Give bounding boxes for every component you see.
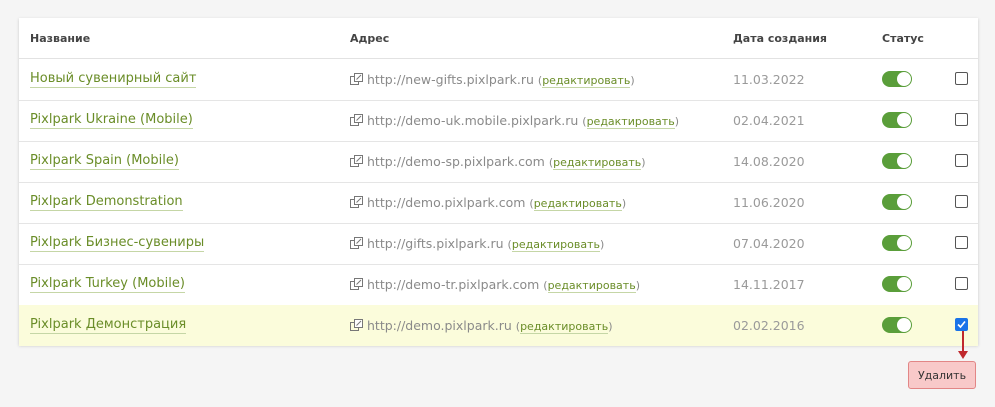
site-name-link[interactable]: Pixlpark Демонстрация xyxy=(30,317,187,334)
status-toggle[interactable] xyxy=(882,317,912,333)
toggle-knob xyxy=(897,113,911,127)
edit-link[interactable]: редактировать xyxy=(547,279,636,293)
sites-table: Название Адрес Дата создания Статус Новы… xyxy=(19,18,978,346)
delete-button[interactable]: Удалить xyxy=(908,361,976,389)
created-date: 02.04.2021 xyxy=(733,113,805,128)
delete-button-label: Удалить xyxy=(917,368,967,382)
external-link-icon[interactable] xyxy=(350,237,363,249)
header-created: Дата создания xyxy=(733,32,827,45)
created-date: 14.08.2020 xyxy=(733,154,805,169)
site-url: http://new-gifts.pixlpark.ru xyxy=(367,72,534,87)
toggle-knob xyxy=(897,277,911,291)
status-toggle[interactable] xyxy=(882,153,912,169)
status-toggle[interactable] xyxy=(882,276,912,292)
site-address: http://demo.pixlpark.com (редактировать) xyxy=(350,195,626,211)
table-row: Pixlpark Demonstration http://demo.pixlpa… xyxy=(19,182,978,224)
external-link-icon[interactable] xyxy=(350,73,363,85)
toggle-knob xyxy=(897,318,911,332)
site-address: http://demo-sp.pixlpark.com (редактирова… xyxy=(350,154,646,170)
toggle-knob xyxy=(897,72,911,86)
table-row: Pixlpark Turkey (Mobile) http://demo-tr.p… xyxy=(19,264,978,306)
site-address: http://demo-uk.mobile.pixlpark.ru (редак… xyxy=(350,113,679,129)
external-link-icon[interactable] xyxy=(350,114,363,126)
header-status: Статус xyxy=(882,32,924,45)
site-address: http://gifts.pixlpark.ru (редактировать) xyxy=(350,236,604,252)
edit-link[interactable]: редактировать xyxy=(586,115,675,129)
row-checkbox[interactable] xyxy=(955,277,968,290)
site-name-link[interactable]: Новый сувенирный сайт xyxy=(30,71,197,88)
created-date: 14.11.2017 xyxy=(733,277,805,292)
toggle-knob xyxy=(897,195,911,209)
toggle-knob xyxy=(897,154,911,168)
row-checkbox[interactable] xyxy=(955,236,968,249)
site-address: http://demo-tr.pixlpark.com (редактирова… xyxy=(350,277,640,293)
edit-link[interactable]: редактировать xyxy=(542,74,631,88)
external-link-icon[interactable] xyxy=(350,278,363,290)
arrow-down-icon xyxy=(958,331,968,359)
site-name-link[interactable]: Pixlpark Бизнес-сувениры xyxy=(30,235,205,252)
created-date: 11.06.2020 xyxy=(733,195,805,210)
site-url: http://demo-tr.pixlpark.com xyxy=(367,277,540,292)
site-name-link[interactable]: Pixlpark Demonstration xyxy=(30,194,183,211)
row-checkbox[interactable] xyxy=(955,154,968,167)
toggle-knob xyxy=(897,236,911,250)
table-row: Pixlpark Ukraine (Mobile) http://demo-uk.… xyxy=(19,100,978,142)
edit-link[interactable]: редактировать xyxy=(520,320,609,334)
external-link-icon[interactable] xyxy=(350,155,363,167)
table-row: Новый сувенирный сайт http://new-gifts.pi… xyxy=(19,59,978,101)
row-checkbox[interactable] xyxy=(955,318,968,331)
created-date: 07.04.2020 xyxy=(733,236,805,251)
row-checkbox[interactable] xyxy=(955,113,968,126)
row-checkbox[interactable] xyxy=(955,195,968,208)
header-name: Название xyxy=(30,32,91,45)
status-toggle[interactable] xyxy=(882,112,912,128)
checkmark-icon xyxy=(957,320,966,329)
table-row: Pixlpark Бизнес-сувениры http://gifts.pix… xyxy=(19,223,978,265)
site-address: http://demo.pixlpark.ru (редактировать) xyxy=(350,318,613,334)
site-url: http://gifts.pixlpark.ru xyxy=(367,236,504,251)
table-row: Pixlpark Spain (Mobile) http://demo-sp.pi… xyxy=(19,141,978,183)
created-date: 11.03.2022 xyxy=(733,72,805,87)
external-link-icon[interactable] xyxy=(350,319,363,331)
site-url: http://demo-uk.mobile.pixlpark.ru xyxy=(367,113,579,128)
edit-link[interactable]: редактировать xyxy=(533,197,622,211)
site-name-link[interactable]: Pixlpark Turkey (Mobile) xyxy=(30,276,185,293)
status-toggle[interactable] xyxy=(882,71,912,87)
edit-link[interactable]: редактировать xyxy=(511,238,600,252)
row-checkbox[interactable] xyxy=(955,72,968,85)
status-toggle[interactable] xyxy=(882,194,912,210)
site-name-link[interactable]: Pixlpark Spain (Mobile) xyxy=(30,153,179,170)
site-url: http://demo.pixlpark.ru xyxy=(367,318,512,333)
site-url: http://demo-sp.pixlpark.com xyxy=(367,154,545,169)
status-toggle[interactable] xyxy=(882,235,912,251)
site-url: http://demo.pixlpark.com xyxy=(367,195,526,210)
external-link-icon[interactable] xyxy=(350,196,363,208)
created-date: 02.02.2016 xyxy=(733,318,805,333)
site-name-link[interactable]: Pixlpark Ukraine (Mobile) xyxy=(30,112,193,129)
header-address: Адрес xyxy=(350,32,390,45)
table-header: Название Адрес Дата создания Статус xyxy=(19,18,978,59)
site-address: http://new-gifts.pixlpark.ru (редактиров… xyxy=(350,72,635,88)
table-row: Pixlpark Демонстрация http://demo.pixlpar… xyxy=(19,305,978,346)
edit-link[interactable]: редактировать xyxy=(553,156,642,170)
